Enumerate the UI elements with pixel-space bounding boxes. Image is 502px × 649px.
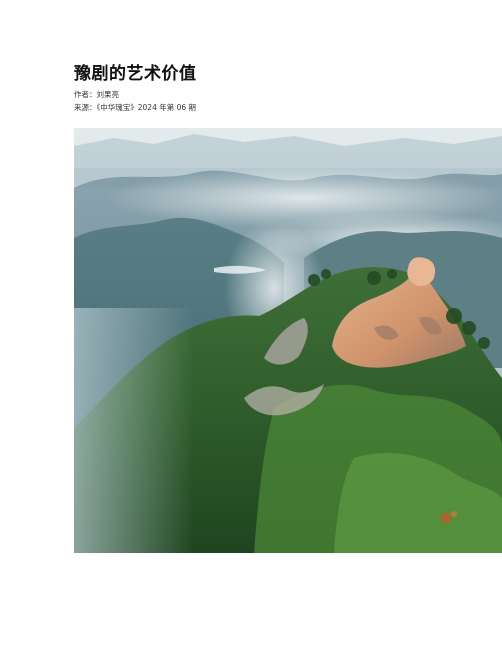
document-page: 豫剧的艺术价值 作者：刘果亮 来源：《中华瑰宝》2024 年第 06 期 — [0, 0, 502, 649]
mountain-photo — [74, 128, 502, 553]
source-line: 来源：《中华瑰宝》2024 年第 06 期 — [74, 103, 197, 112]
article-title: 豫剧的艺术价值 — [74, 64, 197, 84]
author-line: 作者：刘果亮 — [74, 90, 119, 99]
